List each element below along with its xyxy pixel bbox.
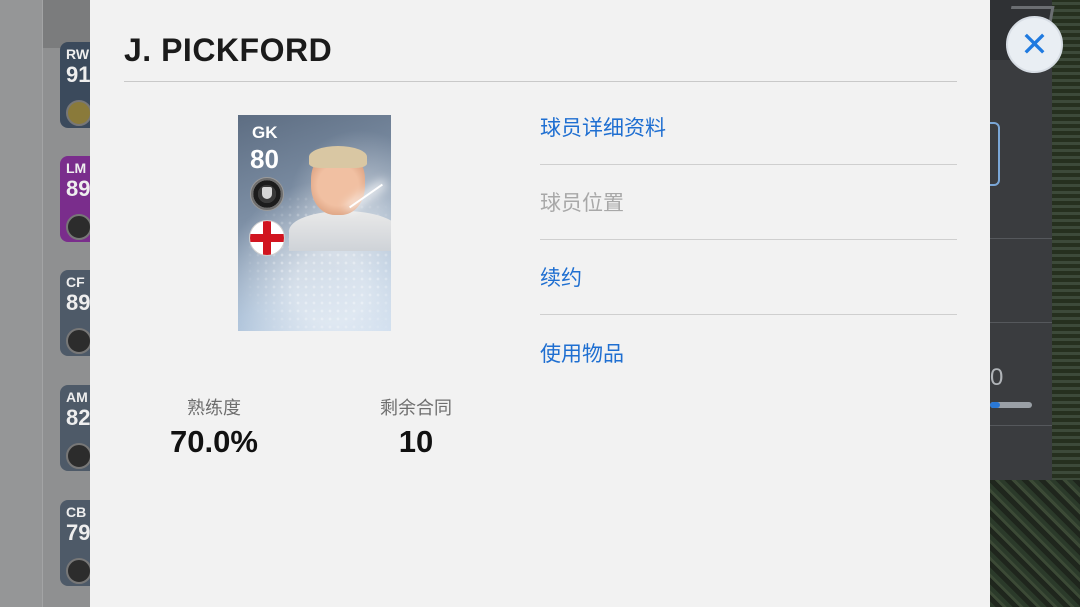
background-stadium: 0	[990, 0, 1080, 607]
close-button[interactable]: ✕	[1006, 16, 1063, 73]
contract-label: 剩余合同	[380, 398, 452, 418]
proficiency-value: 70.0%	[170, 424, 258, 459]
england-flag-icon	[249, 220, 285, 256]
background-player-card: AM 82	[60, 385, 90, 471]
contract-value: 10	[398, 424, 434, 459]
proficiency-stat: 熟练度 70.0%	[134, 394, 294, 460]
background-rail	[0, 0, 43, 607]
badge-icon	[66, 100, 90, 126]
player-action-menu: 球员详细资料 球员位置 续约 使用物品	[540, 90, 957, 390]
title-divider	[124, 81, 957, 82]
background-player-card: CF 89	[60, 270, 90, 356]
background-player-card: CB 79	[60, 500, 90, 586]
menu-player-details[interactable]: 球员详细资料	[540, 90, 957, 165]
background-player-list: RW 91 LM 89 CF 89 AM 82 CB 79	[0, 0, 90, 607]
shield-icon	[990, 122, 1000, 186]
club-badge-icon	[250, 177, 284, 211]
badge-icon	[66, 328, 90, 354]
menu-player-position: 球员位置	[540, 165, 957, 240]
badge-icon	[66, 443, 90, 469]
background-player-card: RW 91	[60, 42, 90, 128]
close-icon: ✕	[1020, 25, 1049, 64]
menu-use-item[interactable]: 使用物品	[540, 315, 957, 390]
proficiency-label: 熟练度	[187, 398, 241, 418]
background-player-card: LM 89	[60, 156, 90, 242]
player-detail-modal: J. PICKFORD GK 80 熟练度 70.0% 剩余合同 10 球员详细…	[90, 0, 990, 607]
card-rating: 80	[250, 144, 279, 174]
badge-icon	[66, 214, 90, 240]
player-card: GK 80	[238, 115, 391, 331]
card-position: GK	[252, 123, 278, 142]
stadium-crowd	[990, 480, 1080, 607]
badge-icon	[66, 558, 90, 584]
player-name: J. PICKFORD	[124, 32, 333, 68]
contract-stat: 剩余合同 10	[336, 394, 496, 460]
player-portrait	[289, 146, 391, 251]
menu-renew-contract[interactable]: 续约	[540, 240, 957, 315]
background-progress-bar	[990, 402, 1032, 408]
